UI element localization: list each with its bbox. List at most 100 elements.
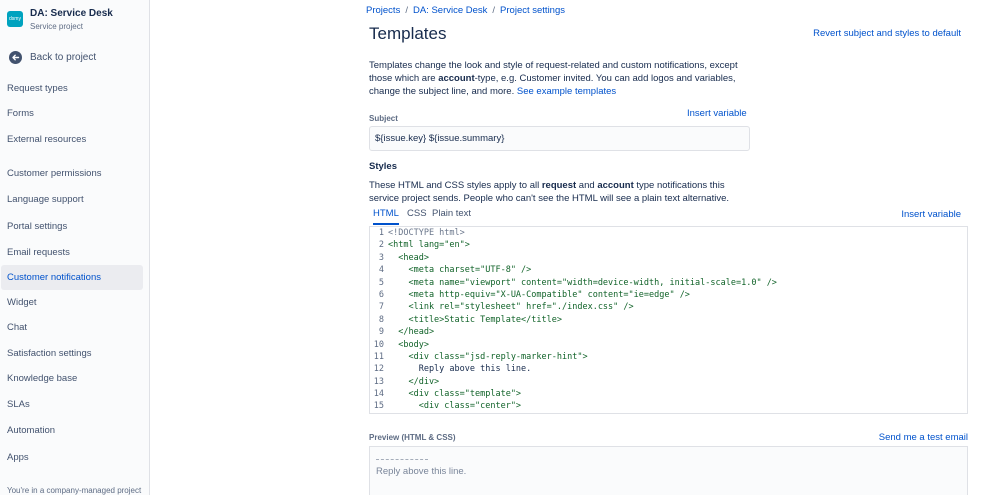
- sidebar-item-apps[interactable]: Apps: [1, 445, 143, 470]
- breadcrumb-project[interactable]: DA: Service Desk: [413, 5, 487, 16]
- project-type: Service project: [30, 22, 83, 31]
- line-number: 5: [378, 277, 384, 288]
- main-content: Projects / DA: Service Desk / Project settin…: [150, 0, 998, 495]
- styles-desc-bold: request: [541, 180, 577, 191]
- code-text: <html lang="en">: [388, 240, 470, 251]
- code-text: <div class="jsd-reply-marker-hint">: [388, 351, 588, 362]
- code-line: 13 </div>: [370, 376, 967, 388]
- preview-pane: Reply above this line.: [369, 446, 968, 495]
- line-number: 15: [373, 401, 384, 412]
- code-line: 7 <link rel="stylesheet" href="./index.c…: [370, 301, 967, 313]
- project-avatar: dsmy: [7, 11, 23, 27]
- sidebar-item-knowledge-base[interactable]: Knowledge base: [1, 366, 143, 391]
- line-number: 10: [373, 339, 384, 350]
- line-number: 3: [378, 252, 384, 263]
- back-to-project-button[interactable]: Back to project: [7, 50, 147, 66]
- sidebar-item-portal-settings[interactable]: Portal settings: [1, 214, 143, 239]
- example-templates-link[interactable]: See example templates: [517, 86, 616, 97]
- send-test-email-link[interactable]: Send me a test email: [879, 432, 968, 443]
- back-to-project-label: Back to project: [30, 52, 97, 63]
- tab-plain-text[interactable]: Plain text: [432, 208, 471, 223]
- line-number: 14: [373, 389, 384, 400]
- styles-insert-variable-link[interactable]: Insert variable: [901, 209, 961, 220]
- code-text: <meta charset="UTF-8" />: [388, 265, 532, 276]
- code-line: 11 <div class="jsd-reply-marker-hint">: [370, 351, 967, 363]
- code-text: </head>: [388, 327, 435, 338]
- code-line: 3 <head>: [370, 252, 967, 264]
- styles-desc-bold: account: [597, 180, 634, 191]
- line-number: 11: [373, 351, 384, 362]
- line-number: 7: [378, 302, 384, 313]
- code-text: Reply above this line.: [388, 364, 532, 375]
- sidebar-item-email-requests[interactable]: Email requests: [1, 240, 143, 265]
- breadcrumb: Projects / DA: Service Desk / Project settin…: [366, 5, 565, 16]
- sidebar-item-automation[interactable]: Automation: [1, 418, 143, 443]
- breadcrumb-separator: /: [405, 5, 408, 16]
- sidebar-item-external-resources[interactable]: External resources: [1, 127, 143, 152]
- sidebar-item-chat[interactable]: Chat: [1, 315, 143, 340]
- line-number: 9: [378, 327, 384, 338]
- styles-heading: Styles: [369, 161, 397, 172]
- code-line: 10 <body>: [370, 339, 967, 351]
- project-name: DA: Service Desk: [30, 8, 113, 19]
- tab-html[interactable]: HTML: [373, 208, 399, 225]
- line-number: 6: [378, 289, 384, 300]
- code-text: <div class="template">: [388, 389, 522, 400]
- reply-marker-divider: [376, 459, 428, 460]
- preview-reply-text: Reply above this line.: [376, 466, 467, 477]
- code-line: 1 <!DOCTYPE html>: [370, 227, 967, 239]
- code-text: <div class="center">: [388, 401, 522, 412]
- code-text: <meta name="viewport" content="width=dev…: [388, 277, 777, 288]
- code-line: 5 <meta name="viewport" content="width=d…: [370, 277, 967, 289]
- breadcrumb-project-settings[interactable]: Project settings: [500, 5, 565, 16]
- subject-label: Subject: [369, 114, 398, 123]
- line-number: 1: [378, 228, 384, 238]
- code-line: 9 </head>: [370, 326, 967, 338]
- code-line: 15 <div class="center">: [370, 400, 967, 412]
- revert-defaults-link[interactable]: Revert subject and styles to default: [813, 28, 961, 39]
- line-number: 2: [378, 240, 384, 251]
- code-text: <!DOCTYPE html>: [388, 228, 465, 238]
- code-line: 6 <meta http-equiv="X-UA-Compatible" con…: [370, 289, 967, 301]
- code-text: <body>: [388, 339, 429, 350]
- arrow-left-icon: [9, 51, 22, 64]
- breadcrumb-projects[interactable]: Projects: [366, 5, 400, 16]
- subject-input[interactable]: [369, 126, 750, 151]
- sidebar-item-customer-notifications[interactable]: Customer notifications: [1, 265, 143, 290]
- intro-bold: account: [438, 73, 475, 84]
- sidebar-item-customer-permissions[interactable]: Customer permissions: [1, 161, 143, 186]
- page-title: Templates: [369, 24, 447, 43]
- styles-description: These HTML and CSS styles apply to all r…: [369, 179, 749, 205]
- code-line: 12 Reply above this line.: [370, 363, 967, 375]
- line-number: 12: [373, 364, 384, 375]
- sidebar-item-slas[interactable]: SLAs: [1, 392, 143, 417]
- styles-desc-part: These HTML and CSS styles apply to all: [369, 180, 542, 191]
- line-number: 13: [373, 376, 384, 387]
- breadcrumb-separator: /: [492, 5, 496, 16]
- sidebar-item-language-support[interactable]: Language support: [1, 187, 143, 212]
- sidebar-item-satisfaction-settings[interactable]: Satisfaction settings: [1, 341, 143, 366]
- styles-desc-part: and: [576, 180, 598, 191]
- line-number: 4: [378, 265, 384, 276]
- intro-text: Templates change the look and style of r…: [369, 59, 749, 98]
- project-header: dsmy DA: Service Desk Service project: [7, 8, 147, 34]
- subject-insert-variable-link[interactable]: Insert variable: [687, 108, 747, 119]
- tab-css[interactable]: CSS: [407, 208, 427, 223]
- code-line: 4 <meta charset="UTF-8" />: [370, 264, 967, 276]
- sidebar-item-widget[interactable]: Widget: [1, 290, 143, 315]
- code-line: 2 <html lang="en">: [370, 239, 967, 251]
- code-text: <link rel="stylesheet" href="./index.css…: [388, 302, 634, 313]
- code-text: </div>: [388, 376, 440, 387]
- line-number: 8: [378, 314, 384, 325]
- code-text: <meta http-equiv="X-UA-Compatible" conte…: [388, 289, 690, 300]
- sidebar-item-forms[interactable]: Forms: [1, 101, 143, 126]
- preview-label: Preview (HTML & CSS): [369, 433, 456, 442]
- project-type-footer: You're in a company-managed project: [7, 486, 142, 495]
- sidebar: dsmy DA: Service Desk Service project Ba…: [0, 0, 150, 495]
- code-text: <title>Static Template</title>: [388, 314, 562, 325]
- sidebar-item-request-types[interactable]: Request types: [1, 76, 143, 101]
- html-code-editor[interactable]: 1 <!DOCTYPE html> 2 <html lang="en"> 3 <he…: [369, 226, 968, 414]
- code-line: 8 <title>Static Template</title>: [370, 314, 967, 326]
- code-text: <head>: [388, 252, 429, 263]
- code-line: 14 <div class="template">: [370, 388, 967, 400]
